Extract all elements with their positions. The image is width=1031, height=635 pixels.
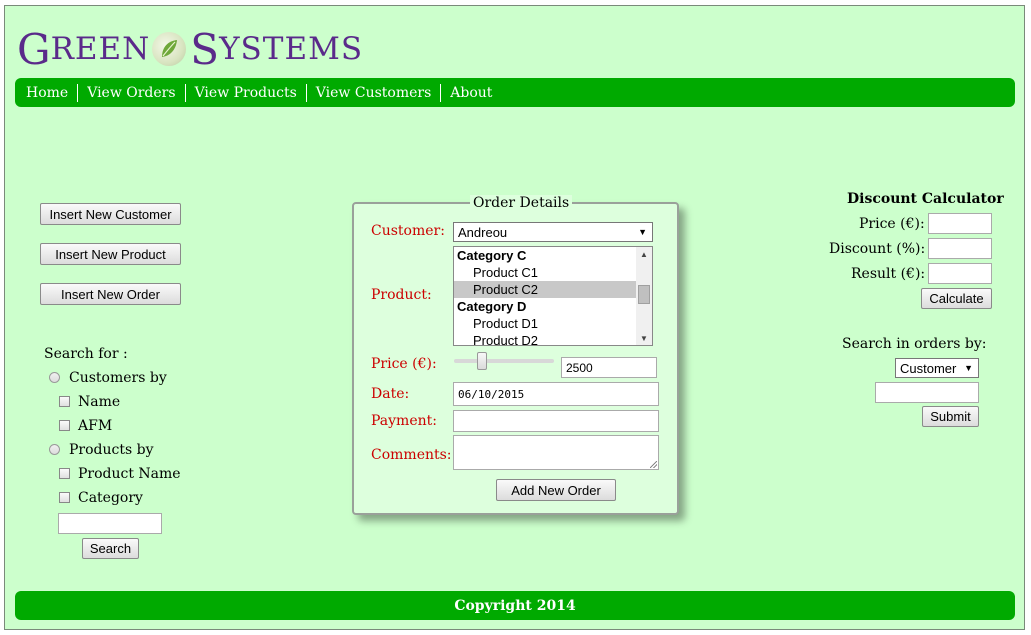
discount-result-input[interactable] bbox=[928, 263, 992, 284]
category-checkbox[interactable] bbox=[59, 492, 70, 503]
discount-price-input[interactable] bbox=[928, 213, 992, 234]
dropdown-arrow-icon: ▼ bbox=[964, 363, 973, 373]
discount-calculator-title: Discount Calculator bbox=[847, 191, 1004, 207]
customer-select[interactable]: Andreou ▼ bbox=[453, 222, 653, 242]
listbox-option[interactable]: Product D2 bbox=[454, 332, 652, 345]
page-container: G REEN S YSTEMS Home View Orders View Pr… bbox=[4, 5, 1025, 630]
leaf-logo-icon bbox=[152, 32, 187, 66]
logo-text-initial-s: S bbox=[190, 24, 220, 74]
afm-label: AFM bbox=[78, 418, 113, 434]
logo-text-ystems: YSTEMS bbox=[219, 31, 364, 67]
insert-new-customer-button[interactable]: Insert New Customer bbox=[40, 203, 181, 225]
nav-home[interactable]: Home bbox=[17, 83, 79, 102]
name-checkbox[interactable] bbox=[59, 396, 70, 407]
nav-view-products[interactable]: View Products bbox=[186, 83, 307, 102]
footer: Copyright 2014 bbox=[15, 591, 1015, 620]
search-for-heading: Search for : bbox=[44, 346, 128, 362]
nav-view-orders[interactable]: View Orders bbox=[78, 83, 186, 102]
submit-button[interactable]: Submit bbox=[922, 406, 979, 427]
discount-percent-input[interactable] bbox=[928, 238, 992, 259]
comments-textarea[interactable] bbox=[453, 435, 659, 470]
discount-result-label: Result (€): bbox=[851, 266, 926, 282]
product-name-checkbox[interactable] bbox=[59, 468, 70, 479]
listbox-option[interactable]: Product C1 bbox=[454, 264, 652, 281]
name-label: Name bbox=[78, 394, 121, 410]
resize-grip-icon[interactable] bbox=[650, 461, 657, 468]
search-in-orders-label: Search in orders by: bbox=[842, 336, 987, 352]
copyright-text: Copyright 2014 bbox=[454, 597, 576, 614]
insert-new-order-button[interactable]: Insert New Order bbox=[40, 283, 181, 305]
listbox-group-label: Category D bbox=[457, 299, 527, 314]
category-label: Category bbox=[78, 490, 143, 506]
order-details-legend: Order Details bbox=[470, 195, 573, 211]
price-label: Price (€): bbox=[371, 356, 437, 372]
insert-new-product-button[interactable]: Insert New Product bbox=[40, 243, 181, 265]
product-listbox[interactable]: Category C Product C1 Product C2 Category D… bbox=[453, 246, 653, 346]
price-slider-handle[interactable] bbox=[477, 352, 487, 370]
customers-by-radio[interactable] bbox=[49, 372, 60, 383]
products-by-label: Products by bbox=[69, 442, 154, 458]
date-label: Date: bbox=[371, 386, 410, 402]
scroll-down-arrow-icon[interactable]: ▼ bbox=[636, 334, 652, 343]
discount-percent-label: Discount (%): bbox=[829, 241, 926, 257]
price-slider-track[interactable] bbox=[454, 359, 554, 363]
nav-view-customers[interactable]: View Customers bbox=[307, 83, 442, 102]
product-list-scrollbar[interactable]: ▲ ▼ bbox=[636, 247, 652, 345]
listbox-option[interactable]: Product D1 bbox=[454, 315, 652, 332]
product-list-rows: Category C Product C1 Product C2 Category D… bbox=[454, 247, 652, 345]
scrollbar-thumb[interactable] bbox=[638, 285, 650, 304]
products-by-radio[interactable] bbox=[49, 444, 60, 455]
search-input[interactable] bbox=[58, 513, 162, 534]
customer-select-value: Andreou bbox=[458, 224, 508, 240]
order-search-select-value: Customer bbox=[900, 360, 957, 376]
add-new-order-button[interactable]: Add New Order bbox=[496, 479, 616, 501]
product-name-label: Product Name bbox=[78, 466, 181, 482]
comments-label: Comments: bbox=[371, 447, 452, 463]
logo-text-reen: REEN bbox=[50, 31, 151, 67]
afm-checkbox[interactable] bbox=[59, 420, 70, 431]
main-nav: Home View Orders View Products View Cust… bbox=[15, 78, 1015, 107]
site-logo[interactable]: G REEN S YSTEMS bbox=[17, 24, 363, 74]
nav-about[interactable]: About bbox=[441, 84, 501, 102]
logo-text-initial-g: G bbox=[17, 24, 51, 74]
dropdown-arrow-icon: ▼ bbox=[638, 227, 647, 237]
payment-label: Payment: bbox=[371, 413, 437, 429]
scroll-up-arrow-icon[interactable]: ▲ bbox=[636, 250, 652, 259]
listbox-group-label: Category C bbox=[457, 248, 527, 263]
product-label: Product: bbox=[371, 287, 432, 303]
discount-price-label: Price (€): bbox=[859, 216, 925, 232]
payment-input[interactable] bbox=[453, 410, 659, 432]
price-input[interactable]: 2500 bbox=[561, 357, 657, 378]
listbox-option[interactable]: Product C2 bbox=[454, 281, 652, 298]
calculate-button[interactable]: Calculate bbox=[921, 288, 992, 309]
search-button[interactable]: Search bbox=[82, 538, 139, 559]
customers-by-label: Customers by bbox=[69, 370, 167, 386]
customer-label: Customer: bbox=[371, 223, 445, 239]
order-search-select[interactable]: Customer ▼ bbox=[895, 358, 979, 378]
date-input[interactable]: 06/10/2015 bbox=[453, 382, 659, 406]
order-search-input[interactable] bbox=[875, 382, 979, 403]
